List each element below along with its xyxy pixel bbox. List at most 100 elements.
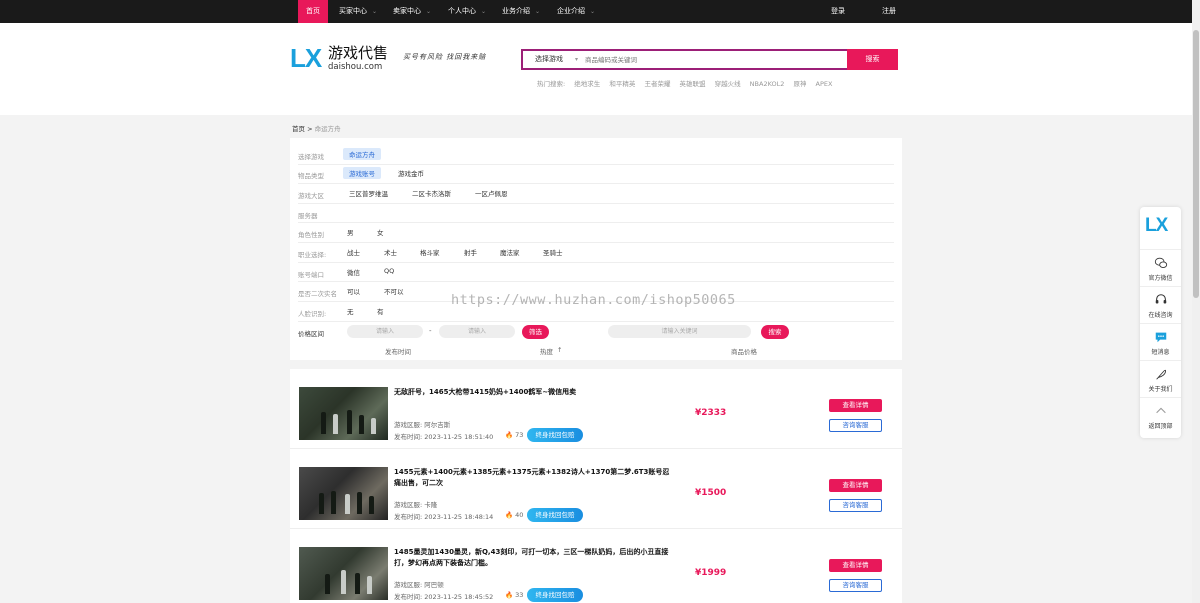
filter-panel: 选择游戏 命运方舟 物品类型 游戏账号 游戏金币 游戏大区 三区普罗维温 二区卡… [290,138,902,360]
filter-label: 人脸识别: [298,310,327,318]
online-consult-button[interactable]: 在线咨询 [1140,286,1181,323]
filter-label: 职业选择: [298,251,327,259]
filter-option[interactable]: 一区卢佩恩 [469,187,514,199]
breadcrumb: 首页 > 命运方舟 [292,123,341,133]
filter-option[interactable]: 二区卡杰洛斯 [406,187,457,199]
filter-label: 选择游戏 [298,153,324,161]
hot-search-link[interactable]: APEX [816,80,833,88]
view-detail-button[interactable]: 查看详情 [829,479,882,492]
hot-search-link[interactable]: 绝地求生 [574,80,600,88]
filter-option[interactable]: 可以 [341,285,366,297]
sort-by-time[interactable]: 发布时间 [385,346,411,356]
listing-region: 游戏区服: 阿巴顿 [394,579,444,589]
sort-by-price[interactable]: 商品价格 [731,346,757,356]
hot-searches-label: 热门搜索: [537,80,566,88]
online-consult-label: 在线咨询 [1148,312,1173,319]
filter-option[interactable]: 无 [341,305,360,317]
listing-heat: 🔥 73 [505,431,523,439]
view-detail-button[interactable]: 查看详情 [829,399,882,412]
listing-thumbnail[interactable] [299,467,388,520]
hot-search-link[interactable]: 穿越火线 [715,80,741,88]
page-scrollbar[interactable] [1192,0,1200,603]
listing-heat: 🔥 40 [505,511,523,519]
guarantee-button[interactable]: 终身找回包赔 [527,588,583,602]
back-to-top-button[interactable]: 返回顶部 [1140,397,1181,434]
filter-row-item-type: 物品类型 游戏账号 游戏金币 [298,165,894,184]
login-link[interactable]: 登录 [831,0,845,23]
search-button[interactable]: 搜索 [847,49,898,70]
price-min-input[interactable]: 请输入 [347,325,423,338]
about-us-button[interactable]: 关于我们 [1140,360,1181,397]
hot-search-link[interactable]: NBA2KOL2 [750,80,785,88]
listing-title[interactable]: 1485墨灵加1430墨灵，新Q,43刻印，可打一切本，三区一梯队奶妈，后出的小… [394,547,674,569]
view-detail-button[interactable]: 查看详情 [829,559,882,572]
scrollbar-thumb[interactable] [1193,30,1199,298]
hot-search-link[interactable]: 和平精英 [609,80,635,88]
nav-personal-center[interactable]: 个人中心 ⌄ [448,0,486,23]
filter-option[interactable]: QQ [378,266,400,276]
listing-card: 1455元素+1400元素+1385元素+1375元素+1382诗人+1370第… [290,449,902,529]
listing-thumbnail[interactable] [299,387,388,440]
consult-service-button[interactable]: 咨询客服 [829,499,882,512]
filter-option[interactable]: 战士 [341,246,366,258]
nav-home[interactable]: 首页 [298,0,328,23]
nav-business-intro[interactable]: 业务介绍 ⌄ [502,0,540,23]
time-value: 2023-11-25 18:45:52 [424,593,494,601]
hot-search-link[interactable]: 原神 [793,80,806,88]
filter-option[interactable]: 圣骑士 [537,246,569,258]
consult-service-button[interactable]: 咨询客服 [829,419,882,432]
time-label: 发布时间: [394,433,423,441]
price-max-input[interactable]: 请输入 [439,325,515,338]
listing-title[interactable]: 无敌肝号，1465大枪带1415奶妈+1400鹤军~微信甩卖 [394,387,674,398]
filter-option[interactable]: 游戏账号 [343,167,381,179]
filter-option[interactable]: 格斗家 [414,246,446,258]
region-label: 游戏区服: [394,581,423,589]
nav-seller-center[interactable]: 卖家中心 ⌄ [393,0,431,23]
filter-option[interactable]: 女 [371,226,390,238]
filter-option[interactable]: 命运方舟 [343,148,381,160]
region-label: 游戏区服: [394,501,423,509]
search-box: 选择游戏 ▾ [521,49,898,70]
hot-search-link[interactable]: 王者荣耀 [644,80,670,88]
filter-option[interactable]: 不可以 [378,285,410,297]
register-link[interactable]: 注册 [882,0,896,23]
listing-card: 1485墨灵加1430墨灵，新Q,43刻印，可打一切本，三区一梯队奶妈，后出的小… [290,529,902,603]
sort-by-heat[interactable]: 热度 [540,346,553,356]
fire-icon: 🔥 [505,511,514,519]
consult-service-button[interactable]: 咨询客服 [829,579,882,592]
hot-search-link[interactable]: 英雄联盟 [680,80,706,88]
guarantee-button[interactable]: 终身找回包赔 [527,428,583,442]
chevron-down-icon: ⌄ [590,8,596,15]
short-message-button[interactable]: 短消息 [1140,323,1181,360]
filter-option[interactable]: 术士 [378,246,403,258]
nav-enterprise-intro[interactable]: 企业介绍 ⌄ [557,0,595,23]
filter-option[interactable]: 三区普罗维温 [343,187,394,199]
filter-option[interactable]: 男 [341,226,360,238]
breadcrumb-home[interactable]: 首页 [292,125,305,133]
official-wechat-button[interactable]: 官方微信 [1140,249,1181,286]
filter-option[interactable]: 游戏金币 [392,167,430,179]
nav-buyer-center[interactable]: 买家中心 ⌄ [339,0,377,23]
filter-option[interactable]: 射手 [458,246,483,258]
chevron-up-icon [1155,407,1166,414]
time-value: 2023-11-25 18:48:14 [424,513,494,521]
filter-row-gender: 角色性别 男 女 [298,223,894,243]
listing-price: ¥2333 [695,408,727,418]
keyword-search-button[interactable]: 搜索 [761,325,789,339]
listing-title[interactable]: 1455元素+1400元素+1385元素+1375元素+1382诗人+1370第… [394,467,674,489]
listing-thumbnail[interactable] [299,547,388,600]
logo-icon[interactable]: LX [290,43,322,74]
caret-down-icon: ▾ [575,56,579,63]
filter-option[interactable]: 魔法家 [494,246,526,258]
filter-button[interactable]: 筛选 [522,325,549,339]
game-select[interactable]: 选择游戏 [535,51,563,68]
filter-option[interactable]: 微信 [341,266,366,278]
keyword-input[interactable]: 请输入关键词 [608,325,751,338]
guarantee-button[interactable]: 终身找回包赔 [527,508,583,522]
region-value: 卡隆 [424,501,438,509]
fire-icon: 🔥 [505,591,514,599]
sort-arrow-icon: ↑ [557,346,563,354]
filter-option[interactable]: 有 [371,305,390,317]
slogan: 买号有风险 找回我来赔 [403,53,487,61]
search-input[interactable] [585,53,835,66]
